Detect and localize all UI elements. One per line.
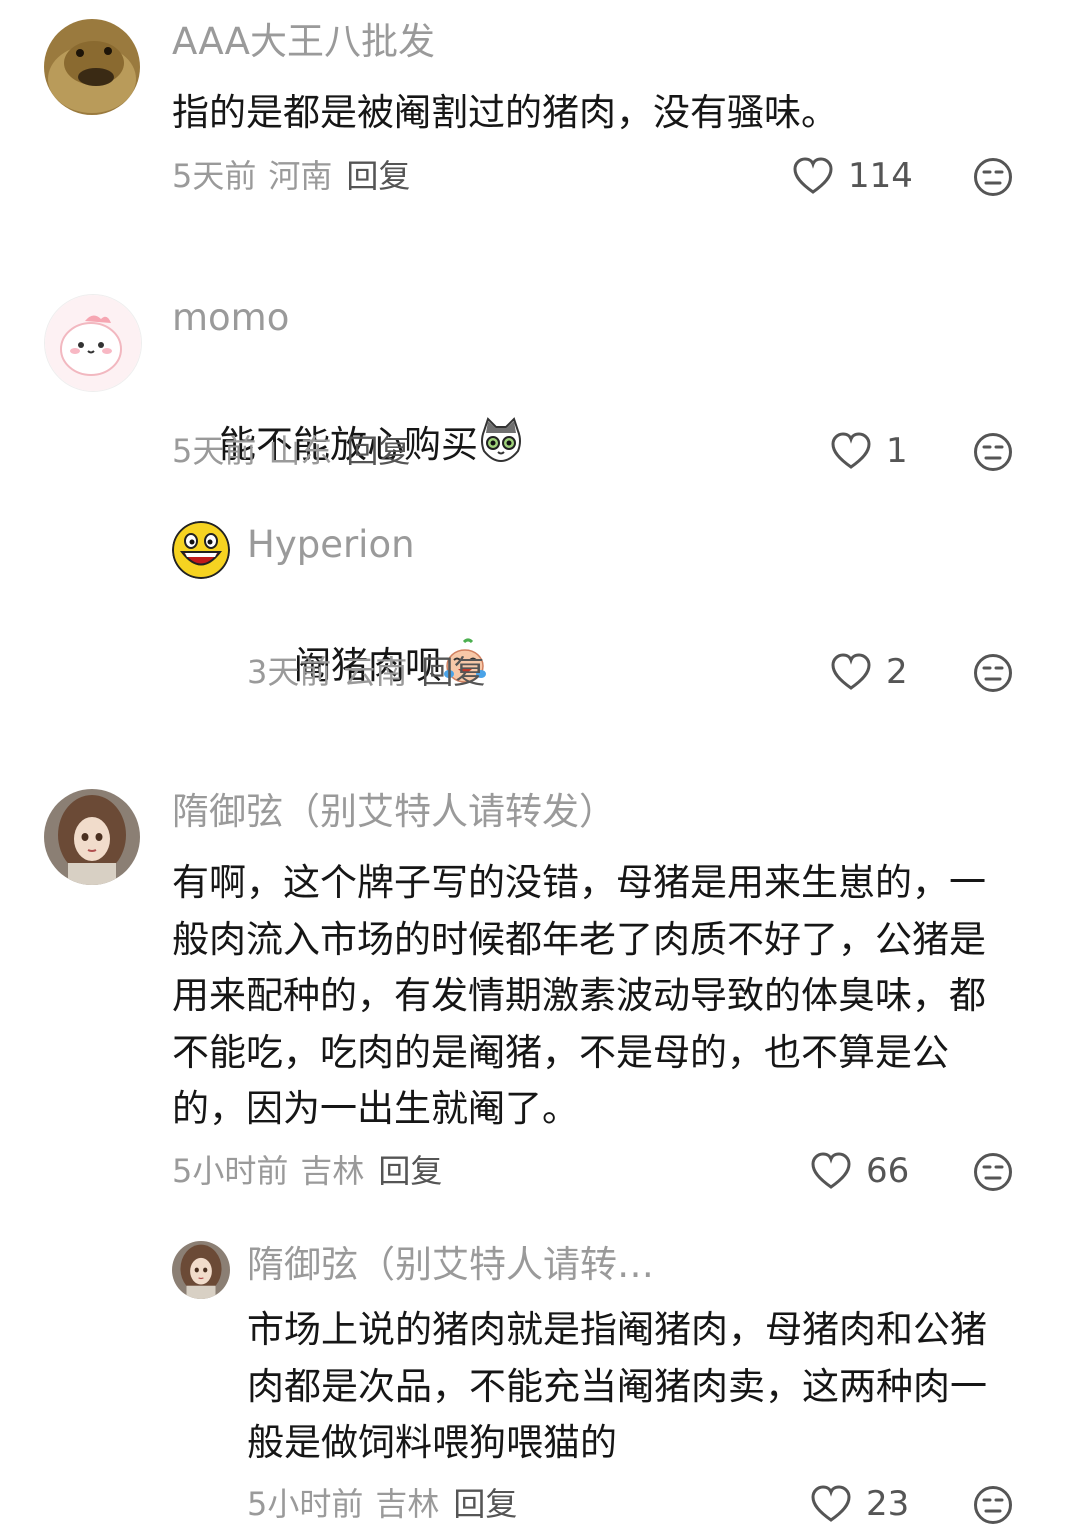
heart-icon bbox=[811, 1485, 851, 1522]
comment-location: 云南 bbox=[343, 653, 408, 691]
like-count: 114 bbox=[848, 156, 913, 196]
doll-avatar-icon bbox=[172, 1241, 230, 1299]
like-count: 66 bbox=[866, 1151, 910, 1191]
like-button[interactable]: 2 bbox=[830, 652, 908, 692]
user-avatar[interactable] bbox=[44, 19, 140, 115]
like-button[interactable]: 23 bbox=[810, 1484, 909, 1524]
like-count: 2 bbox=[886, 652, 908, 692]
username[interactable]: 隋御弦（别艾特人请转… bbox=[247, 1241, 654, 1289]
comment-location: 吉林 bbox=[375, 1485, 440, 1523]
heart-icon bbox=[793, 157, 833, 194]
comment-location: 吉林 bbox=[300, 1152, 365, 1190]
dislike-face-icon[interactable] bbox=[973, 157, 1013, 197]
user-avatar[interactable] bbox=[44, 789, 140, 885]
user-avatar[interactable] bbox=[44, 294, 142, 392]
dislike-face-icon[interactable] bbox=[973, 1485, 1013, 1525]
heart-icon bbox=[831, 432, 871, 469]
comment-text: 指的是都是被阉割过的猪肉，没有骚味。 bbox=[172, 91, 838, 134]
dislike-face-icon[interactable] bbox=[973, 432, 1013, 472]
comment-meta: 3天前 云南 回复 bbox=[247, 652, 485, 692]
comment-text: 有啊，这个牌子写的没错，母猪是用来生崽的，一般肉流入市场的时候都年老了肉质不好了… bbox=[172, 861, 986, 1130]
comment-meta: 5小时前 吉林 回复 bbox=[172, 1151, 442, 1191]
comment-time: 5小时前 bbox=[247, 1485, 364, 1523]
comment-time: 3天前 bbox=[247, 653, 332, 691]
reply-button[interactable]: 回复 bbox=[378, 1152, 442, 1190]
comment-location: 山东 bbox=[268, 432, 333, 470]
reply-button[interactable]: 回复 bbox=[421, 653, 485, 691]
dislike-face-icon[interactable] bbox=[973, 653, 1013, 693]
reply-button[interactable]: 回复 bbox=[346, 157, 410, 195]
reply-button[interactable]: 回复 bbox=[453, 1485, 517, 1523]
user-avatar[interactable] bbox=[172, 521, 230, 579]
username[interactable]: Hyperion bbox=[247, 521, 415, 569]
username[interactable]: 隋御弦（别艾特人请转发） bbox=[172, 788, 616, 836]
comment-time: 5天前 bbox=[172, 432, 257, 470]
laughing-face-avatar-icon bbox=[172, 521, 230, 579]
turtle-avatar-icon bbox=[44, 19, 140, 115]
like-button[interactable]: 66 bbox=[810, 1151, 909, 1191]
cartoon-avatar-icon bbox=[45, 295, 141, 391]
like-count: 1 bbox=[886, 431, 908, 471]
comment-meta: 5小时前 吉林 回复 bbox=[247, 1484, 517, 1524]
comment-location: 河南 bbox=[268, 157, 333, 195]
like-button[interactable]: 114 bbox=[792, 156, 913, 196]
like-count: 23 bbox=[866, 1484, 910, 1524]
dislike-face-icon[interactable] bbox=[973, 1152, 1013, 1192]
comment-time: 5小时前 bbox=[172, 1152, 289, 1190]
like-button[interactable]: 1 bbox=[830, 431, 908, 471]
username[interactable]: AAA大王八批发 bbox=[172, 18, 435, 66]
username[interactable]: momo bbox=[172, 294, 289, 342]
reply-button[interactable]: 回复 bbox=[346, 432, 410, 470]
comment-text: 市场上说的猪肉就是指阉猪肉，母猪肉和公猪肉都是次品，不能充当阉猪肉卖，这两种肉一… bbox=[247, 1308, 987, 1464]
heart-icon bbox=[811, 1152, 851, 1189]
comment-time: 5天前 bbox=[172, 157, 257, 195]
heart-icon bbox=[831, 653, 871, 690]
cat-emoji-icon bbox=[481, 416, 522, 462]
comment-meta: 5天前 山东 回复 bbox=[172, 431, 410, 471]
comment-meta: 5天前 河南 回复 bbox=[172, 156, 410, 196]
user-avatar[interactable] bbox=[172, 1241, 230, 1299]
doll-avatar-icon bbox=[44, 789, 140, 885]
